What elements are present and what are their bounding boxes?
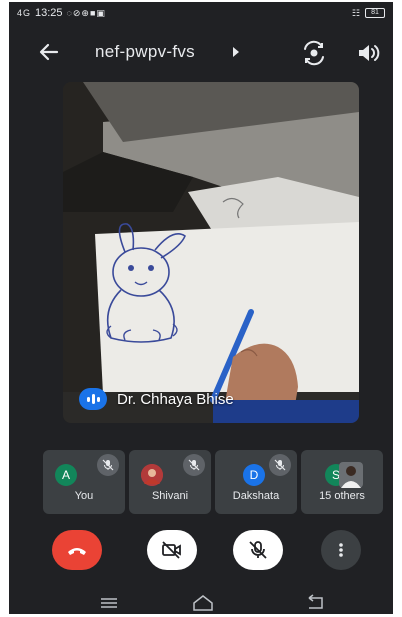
avatar-photo [339,462,363,488]
system-nav-bar [9,592,393,614]
video-frame-image [63,82,359,423]
end-call-button[interactable] [52,530,102,570]
battery-icon: 81 [365,8,385,18]
wifi-icon: ☷ [351,7,360,18]
meet-call-screen: 4G 13:25 ◌⊘⊕■▣ ☷ 81 nef-pwpv-fvs Dr. Chh… [9,2,393,614]
back-nav-icon[interactable] [305,594,327,614]
participant-strip: A You Shivani D Dakshata S 15 others [43,450,383,514]
meeting-code[interactable]: nef-pwpv-fvs [95,42,195,62]
avatar: A [55,464,77,486]
mic-muted-icon [97,454,119,476]
video-off-icon [162,541,181,559]
network-indicator: 4G [17,8,32,18]
notification-icons: ◌⊘⊕■▣ [66,7,106,18]
more-options-button[interactable] [321,530,361,570]
participant-tile-you[interactable]: A You [43,450,125,514]
participant-name: Dakshata [232,490,280,502]
participant-name: 15 others [319,490,365,502]
avatar: D [243,464,265,486]
caret-right-icon[interactable] [233,47,239,57]
mic-toggle-button[interactable] [233,530,283,570]
speaker-volume-icon[interactable] [355,40,381,66]
call-header: nef-pwpv-fvs [9,34,393,70]
mic-muted-icon [269,454,291,476]
participant-name: You [74,490,94,502]
participant-name: Shivani [151,490,189,502]
avatar-photo [141,464,163,486]
mic-off-icon [249,541,267,559]
mic-muted-icon [183,454,205,476]
video-toggle-button[interactable] [147,530,197,570]
home-icon[interactable] [191,594,215,614]
participant-tile-shivani[interactable]: Shivani [129,450,211,514]
recent-apps-icon[interactable] [99,596,119,614]
speaker-name: Dr. Chhaya Bhise [117,390,234,408]
participant-tile-others[interactable]: S 15 others [301,450,383,514]
switch-camera-icon[interactable] [301,40,327,66]
speaking-indicator-icon [79,388,107,410]
end-call-icon [68,548,86,555]
participant-tile-dakshata[interactable]: D Dakshata [215,450,297,514]
call-controls [9,530,393,570]
status-time: 13:25 [35,7,63,19]
main-speaker-video[interactable]: Dr. Chhaya Bhise [63,82,359,423]
speaker-label: Dr. Chhaya Bhise [79,388,234,410]
more-vert-icon [339,543,343,557]
status-bar: 4G 13:25 ◌⊘⊕■▣ ☷ 81 [9,2,393,24]
back-arrow-icon[interactable] [35,38,63,66]
